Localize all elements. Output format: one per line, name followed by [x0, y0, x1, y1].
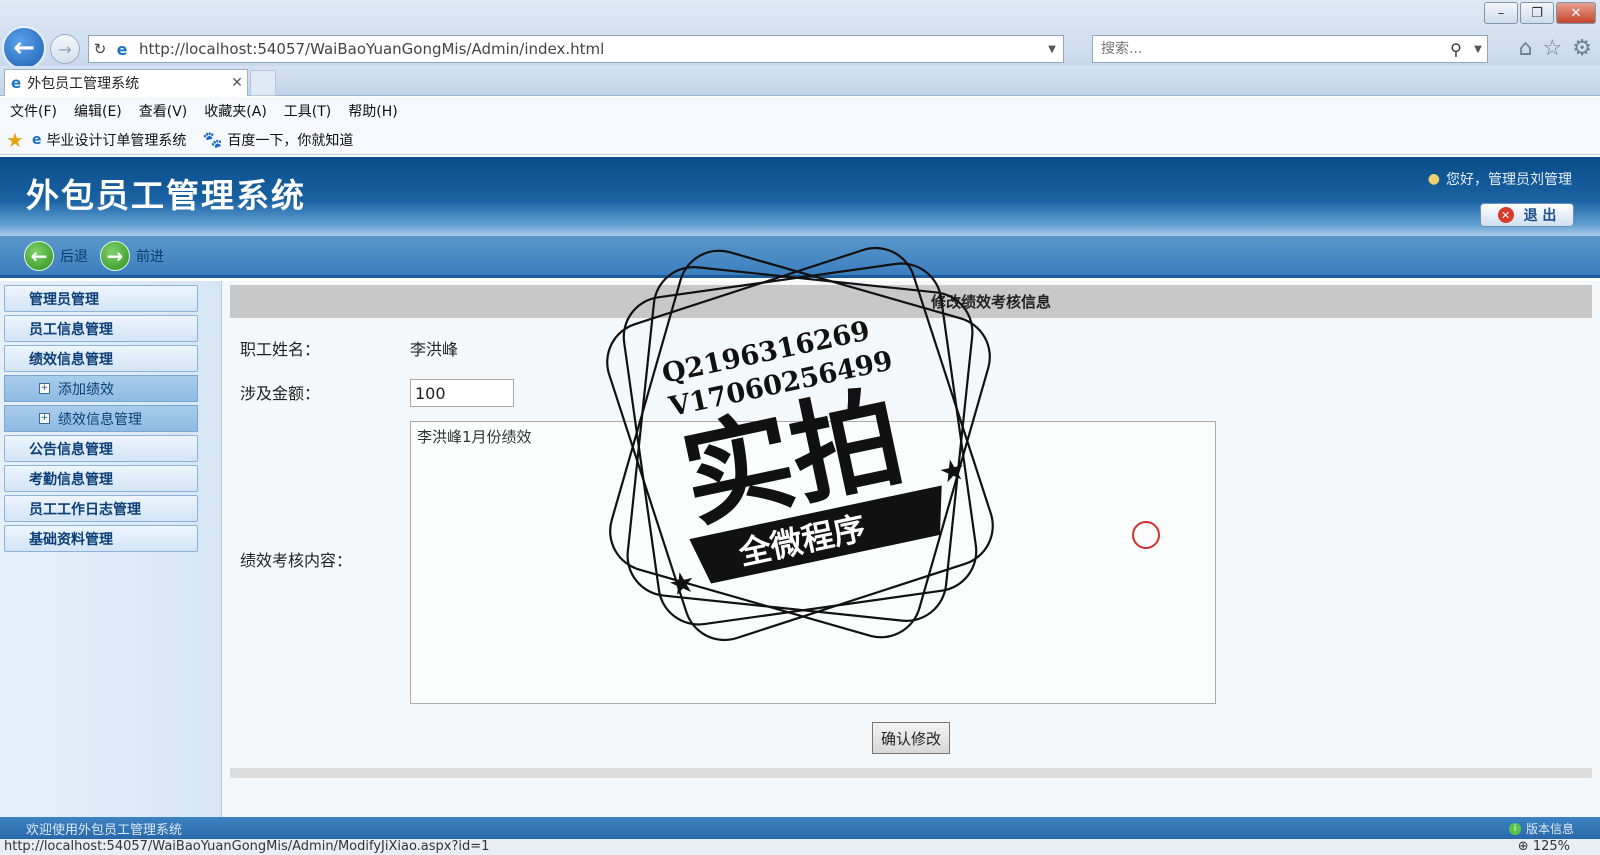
- version-label: 版本信息: [1525, 822, 1574, 836]
- favorites-star-icon[interactable]: ☆: [1543, 36, 1563, 61]
- sidebar-item-notice[interactable]: 公告信息管理: [4, 435, 198, 462]
- sidebar-subitem-label: 绩效信息管理: [58, 411, 142, 428]
- browser-menubar: 文件(F) 编辑(E) 查看(V) 收藏夹(A) 工具(T) 帮助(H): [0, 97, 1600, 125]
- plus-box-icon: +: [39, 413, 50, 424]
- version-info-link[interactable]: i 版本信息: [1508, 820, 1574, 837]
- zoom-level[interactable]: ⊕ 125%: [1518, 839, 1570, 855]
- browser-back-button[interactable]: ←: [2, 26, 46, 70]
- app-back-button[interactable]: ← 后退: [24, 240, 88, 271]
- address-url[interactable]: http://localhost:54057/WaiBaoYuanGongMis…: [133, 40, 1041, 58]
- app-header: 外包员工管理系统 ● 您好，管理员刘管理 ✕ 退 出: [0, 157, 1600, 236]
- plus-box-icon: +: [39, 383, 50, 394]
- browser-tab-title: 外包员工管理系统: [27, 76, 140, 92]
- menu-tools[interactable]: 工具(T): [284, 101, 331, 121]
- home-icon[interactable]: ⌂: [1519, 36, 1533, 61]
- browser-tools: ⌂ ☆ ⚙: [1519, 36, 1592, 61]
- browser-search-input[interactable]: [1093, 41, 1443, 57]
- address-dropdown-icon[interactable]: ▼: [1041, 44, 1063, 55]
- favorites-bar: ★ e 毕业设计订单管理系统 🐾 百度一下，你就知道: [0, 125, 1600, 155]
- footer-welcome: 欢迎使用外包员工管理系统: [26, 822, 183, 838]
- sidebar-item-employee[interactable]: 员工信息管理: [4, 315, 198, 342]
- search-dropdown-icon[interactable]: ▼: [1469, 44, 1487, 55]
- logout-icon: ✕: [1497, 207, 1514, 223]
- sidebar: 管理员管理 员工信息管理 绩效信息管理 + 添加绩效 + 绩效信息管理 公告信息…: [0, 281, 222, 817]
- gear-icon[interactable]: ⚙: [1572, 36, 1592, 61]
- refresh-icon[interactable]: ↻: [89, 40, 111, 58]
- favorite-link-label: 百度一下，你就知道: [227, 132, 354, 149]
- confirm-modify-button[interactable]: 确认修改: [872, 722, 950, 754]
- menu-edit[interactable]: 编辑(E): [74, 101, 122, 121]
- sidebar-subitem-label: 添加绩效: [58, 381, 114, 398]
- menu-favorites[interactable]: 收藏夹(A): [204, 101, 267, 121]
- close-tab-icon[interactable]: ✕: [227, 75, 247, 91]
- sidebar-item-attendance[interactable]: 考勤信息管理: [4, 465, 198, 492]
- baidu-paw-icon: 🐾: [202, 130, 223, 149]
- app-forward-label: 前进: [136, 248, 164, 265]
- restore-button[interactable]: ❐: [1520, 2, 1554, 24]
- user-icon: ●: [1427, 171, 1440, 187]
- employee-name-value: 李洪峰: [410, 340, 459, 359]
- status-url: http://localhost:54057/WaiBaoYuanGongMis…: [4, 839, 490, 854]
- app-nav-bar: ← 后退 → 前进: [0, 236, 1600, 278]
- form-footer-bar: [230, 768, 1592, 778]
- content-textarea[interactable]: 李洪峰1月份绩效: [410, 421, 1216, 704]
- favorite-link-baidu[interactable]: 🐾 百度一下，你就知道: [202, 130, 353, 150]
- close-window-button[interactable]: ✕: [1556, 2, 1596, 24]
- arrow-left-icon: ←: [13, 33, 35, 63]
- app-forward-button[interactable]: → 前进: [100, 240, 164, 271]
- mouse-cursor-indicator: [1132, 521, 1160, 549]
- zoom-value: 125%: [1532, 839, 1570, 854]
- app-back-label: 后退: [60, 248, 88, 265]
- window-controls: – ❐ ✕: [1484, 2, 1596, 24]
- sidebar-item-performance[interactable]: 绩效信息管理: [4, 345, 198, 372]
- arrow-right-icon: →: [58, 39, 72, 59]
- arrow-left-icon: ←: [24, 240, 54, 271]
- zoom-icon: ⊕: [1517, 839, 1529, 854]
- ie-logo-icon: e: [116, 39, 128, 59]
- sidebar-item-basic-data[interactable]: 基础资料管理: [4, 525, 198, 552]
- amount-label: 涉及金额：: [240, 384, 321, 403]
- arrow-right-icon: →: [100, 240, 130, 271]
- main-content: 修改绩效考核信息 职工姓名： 李洪峰 涉及金额： 绩效考核内容： 李洪峰1月份绩…: [222, 281, 1600, 817]
- search-icon[interactable]: ⚲: [1443, 40, 1469, 59]
- browser-tab[interactable]: e 外包员工管理系统 ✕: [4, 69, 248, 96]
- browser-titlebar: – ❐ ✕ ← → ↻ e http://localhost:54057/Wai…: [0, 0, 1600, 70]
- menu-file[interactable]: 文件(F): [10, 101, 57, 121]
- app-footer: 欢迎使用外包员工管理系统 i 版本信息: [0, 817, 1600, 839]
- browser-search-box[interactable]: ⚲ ▼: [1092, 35, 1488, 63]
- sidebar-item-admin[interactable]: 管理员管理: [4, 285, 198, 312]
- favorites-star-icon[interactable]: ★: [6, 128, 24, 152]
- favorite-link-label: 毕业设计订单管理系统: [46, 132, 187, 149]
- ie-logo-icon: e: [11, 74, 22, 92]
- ie-page-icon: e: [31, 131, 42, 148]
- logout-label: 退 出: [1523, 208, 1557, 224]
- menu-view[interactable]: 查看(V): [139, 101, 188, 121]
- sidebar-subitem-performance-manage[interactable]: + 绩效信息管理: [4, 405, 198, 432]
- minimize-button[interactable]: –: [1484, 2, 1518, 24]
- amount-input[interactable]: [410, 379, 514, 407]
- logout-button[interactable]: ✕ 退 出: [1480, 203, 1574, 227]
- browser-statusbar: http://localhost:54057/WaiBaoYuanGongMis…: [0, 839, 1600, 855]
- favorite-link-orders[interactable]: e 毕业设计订单管理系统: [32, 130, 187, 150]
- info-icon: i: [1508, 822, 1521, 835]
- address-bar[interactable]: ↻ e http://localhost:54057/WaiBaoYuanGon…: [88, 35, 1064, 63]
- browser-forward-button[interactable]: →: [50, 34, 80, 64]
- content-label: 绩效考核内容：: [240, 551, 353, 570]
- menu-help[interactable]: 帮助(H): [348, 101, 397, 121]
- new-tab-button[interactable]: [250, 70, 276, 96]
- user-greeting: ● 您好，管理员刘管理: [1428, 169, 1572, 189]
- browser-tab-row: e 外包员工管理系统 ✕: [0, 66, 1600, 96]
- app-title: 外包员工管理系统: [26, 176, 306, 215]
- employee-name-label: 职工姓名：: [240, 340, 321, 359]
- greeting-text: 您好，管理员刘管理: [1446, 172, 1572, 188]
- sidebar-item-worklog[interactable]: 员工工作日志管理: [4, 495, 198, 522]
- sidebar-subitem-add-performance[interactable]: + 添加绩效: [4, 375, 198, 402]
- form-heading: 修改绩效考核信息: [230, 285, 1592, 318]
